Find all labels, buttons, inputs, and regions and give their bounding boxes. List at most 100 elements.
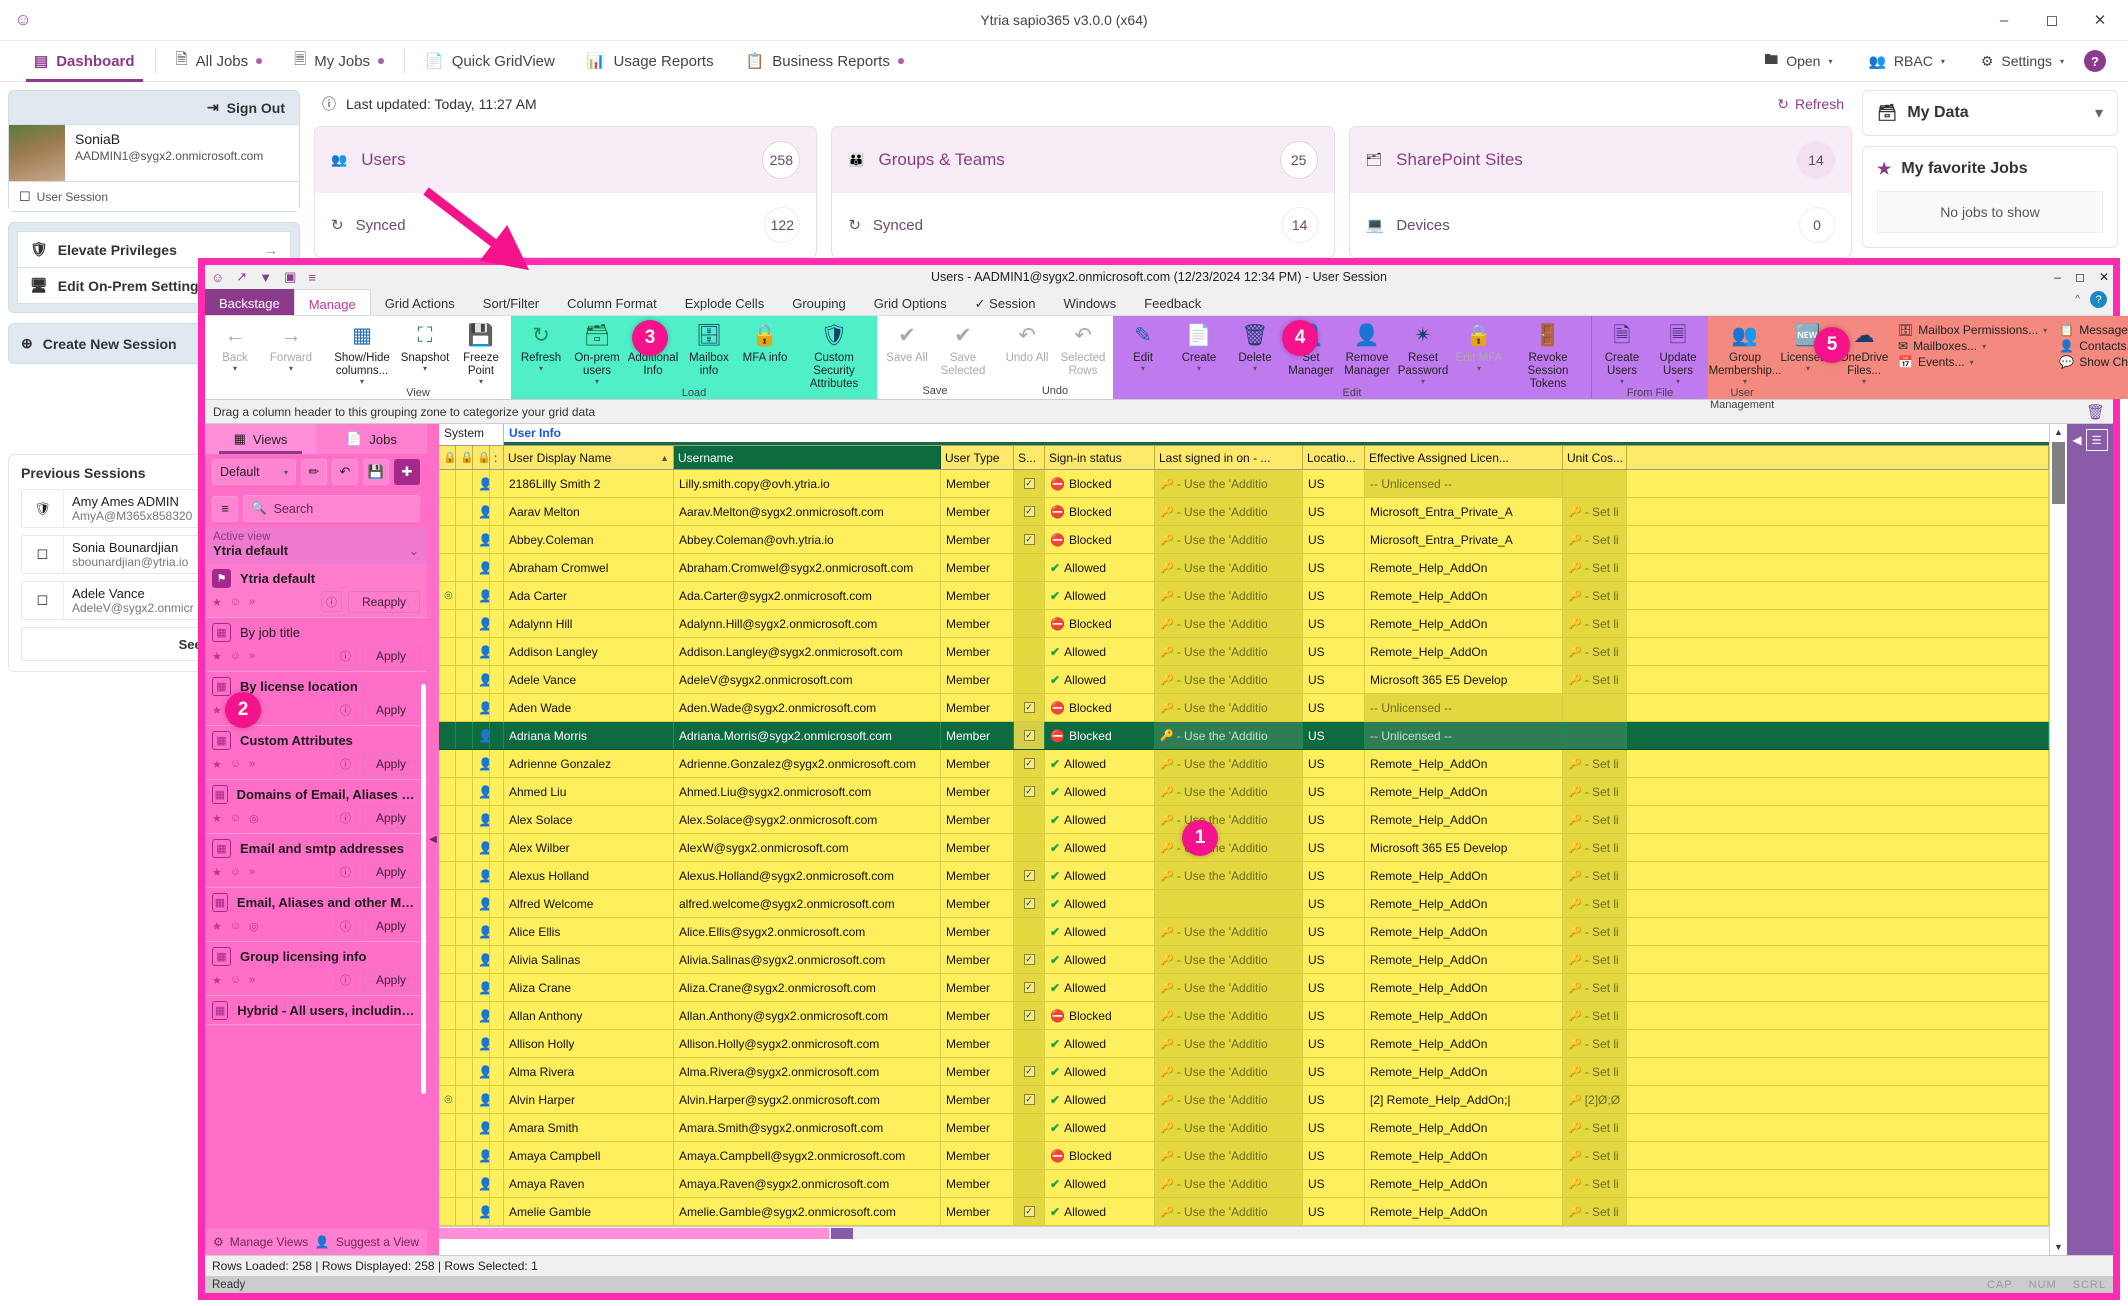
cell-username[interactable]: Aarav.Melton@sygx2.onmicrosoft.com <box>674 498 941 525</box>
mailbox-permissions-item[interactable]: 🗄 Mailbox Permissions... ▾ <box>1898 323 2047 337</box>
info-icon[interactable]: ⓘ <box>335 915 356 936</box>
info-icon[interactable]: ⓘ <box>335 699 356 720</box>
cell-sign-in-status[interactable]: ⛔Blocked <box>1045 1142 1155 1169</box>
grid-hscroll-thumb[interactable] <box>439 1228 829 1239</box>
cell-unit-cost[interactable]: 🔑- Set li <box>1563 862 1627 889</box>
cell-user-display-name[interactable]: Alvin Harper <box>504 1086 674 1113</box>
cell-username[interactable]: Aden.Wade@sygx2.onmicrosoft.com <box>674 694 941 721</box>
cell-location[interactable]: US <box>1303 610 1365 637</box>
cell-username[interactable]: Alvin.Harper@sygx2.onmicrosoft.com <box>674 1086 941 1113</box>
cell-effective-assigned-licenses[interactable]: Remote_Help_AddOn <box>1365 638 1563 665</box>
table-row[interactable]: 👤Alexus HollandAlexus.Holland@sygx2.onmi… <box>439 862 2049 890</box>
reapply-button[interactable]: Reapply <box>348 591 420 613</box>
cell-sign-in-status[interactable]: ✔Allowed <box>1045 1114 1155 1141</box>
cell-username[interactable]: Amara.Smith@sygx2.onmicrosoft.com <box>674 1114 941 1141</box>
cell-last-signed-in[interactable]: 🔑- Use the 'Additio <box>1155 638 1303 665</box>
cell-s[interactable] <box>1014 610 1045 637</box>
filter-icon[interactable]: ≡ <box>212 496 238 522</box>
row-checkbox[interactable]: ✓ <box>1024 1010 1035 1021</box>
cell-user-type[interactable]: Member <box>941 1030 1014 1057</box>
cell-username[interactable]: Ada.Carter@sygx2.onmicrosoft.com <box>674 582 941 609</box>
cell-user-type[interactable]: Member <box>941 582 1014 609</box>
save-selected-button[interactable]: ✔ Save Selected <box>935 319 991 378</box>
cell-user-type[interactable]: Member <box>941 638 1014 665</box>
cell-username[interactable]: Alex.Solace@sygx2.onmicrosoft.com <box>674 806 941 833</box>
cell-user-type[interactable]: Member <box>941 1114 1014 1141</box>
table-row[interactable]: 👤Amaya RavenAmaya.Raven@sygx2.onmicrosof… <box>439 1170 2049 1198</box>
my-data-box[interactable]: 🗃 My Data ▾ <box>1862 90 2118 136</box>
cell-user-type[interactable]: Member <box>941 470 1014 497</box>
cell-sign-in-status[interactable]: ✔Allowed <box>1045 946 1155 973</box>
table-row[interactable]: ◎👤Alvin HarperAlvin.Harper@sygx2.onmicro… <box>439 1086 2049 1114</box>
view-item-email-aliases-other-mails[interactable]: ▦ Email, Aliases and other Mails in o...… <box>205 888 427 942</box>
cell-user-display-name[interactable]: Addison Langley <box>504 638 674 665</box>
cell-sign-in-status[interactable]: ⛔Blocked <box>1045 610 1155 637</box>
cell-username[interactable]: Amaya.Raven@sygx2.onmicrosoft.com <box>674 1170 941 1197</box>
table-row[interactable]: 👤Aden WadeAden.Wade@sygx2.onmicrosoft.co… <box>439 694 2049 722</box>
cell-s[interactable] <box>1014 638 1045 665</box>
cell-user-type[interactable]: Member <box>941 946 1014 973</box>
back-button[interactable]: ← Back ▾ <box>207 319 263 374</box>
cell-location[interactable]: US <box>1303 862 1365 889</box>
star-icon[interactable]: ★ <box>212 974 222 987</box>
column-header-effective-assigned-licenses[interactable]: Effective Assigned Licen... <box>1365 446 1563 469</box>
remove-manager-button[interactable]: 👤 Remove Manager <box>1339 319 1395 378</box>
star-icon[interactable]: ★ <box>212 920 222 933</box>
cell-sign-in-status[interactable]: ✔Allowed <box>1045 834 1155 861</box>
cell-effective-assigned-licenses[interactable]: Remote_Help_AddOn <box>1365 1114 1563 1141</box>
cell-user-display-name[interactable]: Alex Wilber <box>504 834 674 861</box>
minimize-button[interactable]: – <box>2054 270 2061 284</box>
cell-effective-assigned-licenses[interactable]: Remote_Help_AddOn <box>1365 890 1563 917</box>
apply-button[interactable]: Apply <box>362 753 420 775</box>
cell-unit-cost[interactable]: 🔑- Set li <box>1563 666 1627 693</box>
cell-effective-assigned-licenses[interactable]: Remote_Help_AddOn <box>1365 778 1563 805</box>
cell-user-display-name[interactable]: Aden Wade <box>504 694 674 721</box>
tab-explode-cells[interactable]: Explode Cells <box>671 289 779 315</box>
cell-effective-assigned-licenses[interactable]: Microsoft 365 E5 Develop <box>1365 666 1563 693</box>
scroll-up-icon[interactable]: ▲ <box>2050 424 2067 440</box>
grid-vscroll-thumb[interactable] <box>2052 442 2065 504</box>
table-row[interactable]: 👤Aarav MeltonAarav.Melton@sygx2.onmicros… <box>439 498 2049 526</box>
table-row[interactable]: 👤Addison LangleyAddison.Langley@sygx2.on… <box>439 638 2049 666</box>
tab-column-format[interactable]: Column Format <box>553 289 671 315</box>
cell-last-signed-in[interactable]: 🔑- Use the 'Additio <box>1155 1170 1303 1197</box>
tab-grouping[interactable]: Grouping <box>778 289 859 315</box>
row-checkbox[interactable]: ✓ <box>1024 702 1035 713</box>
table-row[interactable]: 👤Abbey.ColemanAbbey.Coleman@ovh.ytria.io… <box>439 526 2049 554</box>
grouping-zone[interactable]: Drag a column header to this grouping zo… <box>205 400 2113 424</box>
cell-last-signed-in[interactable]: 🔑- Use the 'Additio <box>1155 1142 1303 1169</box>
expand-panel-icon[interactable]: ◀ <box>2072 429 2081 451</box>
edit-columns-icon[interactable]: ✏ <box>301 459 327 485</box>
cell-s[interactable]: ✓ <box>1014 694 1045 721</box>
cell-last-signed-in[interactable]: 🔑- Use the 'Additio <box>1155 694 1303 721</box>
cell-unit-cost[interactable]: 🔑[2]Ø;Ø <box>1563 1086 1627 1113</box>
tab-session[interactable]: ✓ Session <box>961 289 1050 315</box>
star-icon[interactable]: ★ <box>212 866 222 879</box>
info-icon[interactable]: ⓘ <box>335 753 356 774</box>
cell-user-type[interactable]: Member <box>941 1058 1014 1085</box>
details-list-icon[interactable]: ☰ <box>2086 429 2108 451</box>
cell-effective-assigned-licenses[interactable]: Remote_Help_AddOn <box>1365 1170 1563 1197</box>
cell-unit-cost[interactable] <box>1563 470 1627 497</box>
cell-username[interactable]: AlexW@sygx2.onmicrosoft.com <box>674 834 941 861</box>
column-header-s[interactable]: S... <box>1014 446 1045 469</box>
cell-sign-in-status[interactable]: ✔Allowed <box>1045 974 1155 1001</box>
cell-sign-in-status[interactable]: ✔Allowed <box>1045 666 1155 693</box>
cell-sign-in-status[interactable]: ✔Allowed <box>1045 1170 1155 1197</box>
scroll-down-icon[interactable]: ▼ <box>2050 1239 2067 1255</box>
cell-user-display-name[interactable]: Alice Ellis <box>504 918 674 945</box>
cell-s[interactable]: ✓ <box>1014 1058 1045 1085</box>
tab-grid-options[interactable]: Grid Options <box>860 289 961 315</box>
revoke-session-tokens-button[interactable]: 🚪 Revoke Session Tokens <box>1507 319 1589 391</box>
cell-username[interactable]: Amelie.Gamble@sygx2.onmicrosoft.com <box>674 1198 941 1225</box>
cell-s[interactable] <box>1014 834 1045 861</box>
grid-hscroll-thumb-secondary[interactable] <box>831 1228 853 1239</box>
cell-user-type[interactable]: Member <box>941 1142 1014 1169</box>
cell-user-display-name[interactable]: Adriana Morris <box>504 722 674 749</box>
cell-user-display-name[interactable]: Amara Smith <box>504 1114 674 1141</box>
cell-s[interactable] <box>1014 666 1045 693</box>
views-scrollbar[interactable] <box>421 564 426 1229</box>
search-input[interactable]: 🔍 Search <box>243 495 420 522</box>
cell-last-signed-in[interactable]: 🔑- Use the 'Additio <box>1155 834 1303 861</box>
cell-effective-assigned-licenses[interactable]: Remote_Help_AddOn <box>1365 1030 1563 1057</box>
